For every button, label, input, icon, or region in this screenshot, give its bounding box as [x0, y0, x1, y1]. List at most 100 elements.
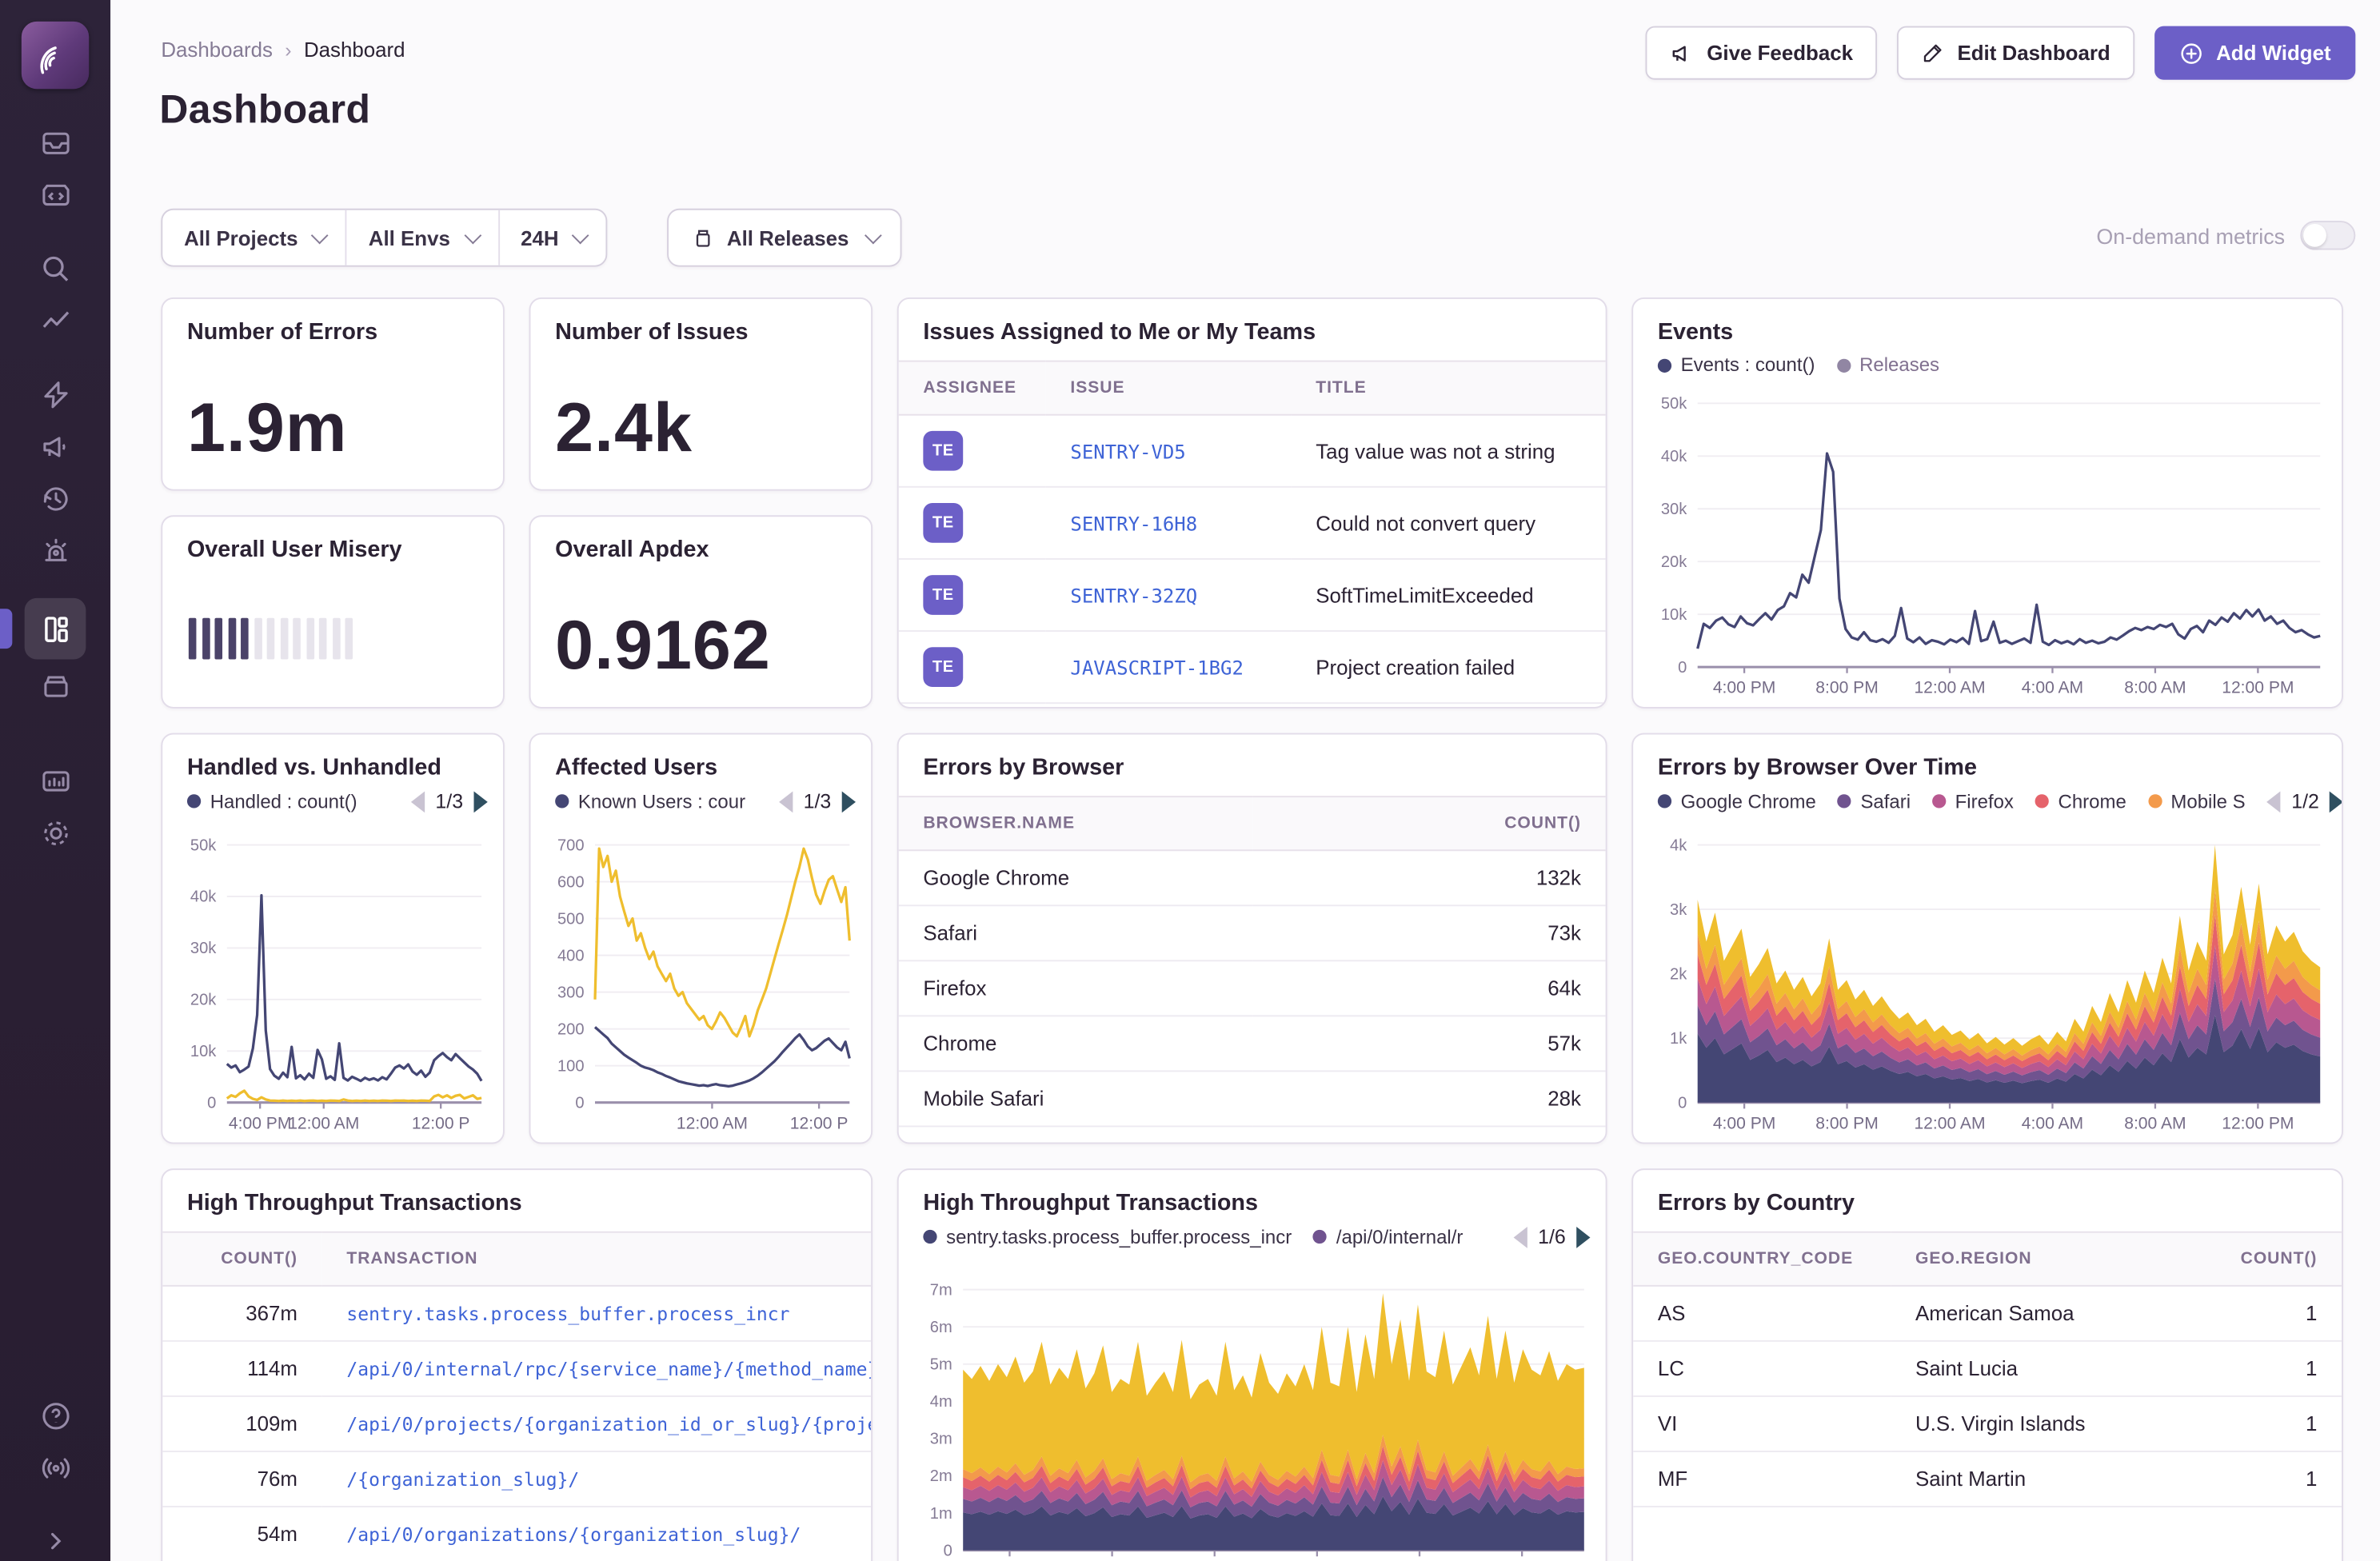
sidebar-item-broadcast[interactable] — [25, 1441, 86, 1493]
column-header[interactable]: ISSUE — [1045, 360, 1292, 416]
sidebar-item-explore[interactable] — [25, 169, 86, 221]
widget-errors-by-country[interactable]: Errors by Country GEO.COUNTRY_CODE GEO.RE… — [1631, 1168, 2343, 1561]
sidebar-item-replays[interactable] — [25, 473, 86, 525]
column-header[interactable]: GEO.REGION — [1891, 1231, 2204, 1287]
widget-user-misery[interactable]: Overall User Misery — [161, 515, 505, 709]
help-icon — [42, 1402, 69, 1429]
column-header[interactable]: COUNT() — [162, 1231, 322, 1287]
date-range-filter[interactable]: 24H — [499, 210, 606, 265]
breadcrumb-dashboards-link[interactable]: Dashboards — [161, 38, 273, 62]
widget-errors-by-browser-over-time[interactable]: Errors by Browser Over Time Google Chrom… — [1631, 733, 2343, 1144]
sidebar-item-releases[interactable] — [25, 660, 86, 712]
legend-item[interactable]: Google Chrome — [1657, 790, 1816, 812]
page-indicator: 1/6 — [1538, 1225, 1566, 1248]
legend-dot — [2035, 794, 2050, 808]
widget-high-throughput-table[interactable]: High Throughput Transactions COUNT() TRAN… — [161, 1168, 873, 1561]
issue-link[interactable]: SENTRY-VD5 — [1070, 439, 1185, 462]
widget-issues-assigned[interactable]: Issues Assigned to Me or My Teams ASSIGN… — [896, 297, 1607, 709]
transaction-link[interactable]: /{organization_slug}/ — [346, 1469, 579, 1491]
column-header[interactable]: COUNT() — [1252, 796, 1606, 852]
add-widget-button[interactable]: Add Widget — [2154, 26, 2356, 80]
column-header[interactable]: TITLE — [1291, 360, 1606, 416]
legend-item[interactable]: Handled : count() — [186, 790, 357, 812]
sidebar-item-alerts[interactable] — [25, 525, 86, 577]
legend-item[interactable]: Firefox — [1931, 790, 2014, 812]
column-header[interactable]: BROWSER.NAME — [898, 796, 1252, 852]
legend-item[interactable]: Known Users : cour — [555, 790, 745, 812]
legend-label: Firefox — [1955, 790, 2014, 812]
legend-item[interactable]: Events : count() — [1657, 354, 1815, 376]
sentry-logo[interactable] — [21, 21, 90, 90]
page-prev-button[interactable] — [778, 790, 793, 812]
plus-circle-icon — [2181, 42, 2202, 63]
page-prev-button[interactable] — [2266, 790, 2281, 812]
releases-filter[interactable]: All Releases — [667, 208, 901, 267]
svg-text:4:00 AM: 4:00 AM — [2022, 679, 2083, 697]
transaction-link[interactable]: /api/0/organizations/{organization_slug}… — [346, 1524, 801, 1546]
widget-number-of-issues[interactable]: Number of Issues 2.4k — [529, 297, 873, 491]
column-header[interactable]: ASSIGNEE — [898, 360, 1046, 416]
sidebar-item-settings[interactable] — [25, 807, 86, 859]
widget-high-throughput-chart[interactable]: High Throughput Transactions sentry.task… — [896, 1168, 1607, 1561]
legend-item[interactable]: Chrome — [2035, 790, 2126, 812]
widget-errors-by-browser[interactable]: Errors by Browser BROWSER.NAME COUNT() Go… — [896, 733, 1607, 1144]
legend-item[interactable]: Mobile S — [2147, 790, 2246, 812]
table-row: TE SENTRY-VD5 Tag value was not a string — [898, 414, 1606, 488]
gear-icon — [43, 820, 67, 845]
widget-apdex[interactable]: Overall Apdex 0.9162 — [529, 515, 873, 709]
sidebar-item-feedback[interactable] — [25, 420, 86, 472]
page-next-button[interactable] — [473, 790, 488, 812]
issue-link[interactable]: SENTRY-16H8 — [1070, 511, 1197, 534]
environment-filter[interactable]: All Envs — [347, 210, 500, 265]
column-header[interactable]: TRANSACTION — [321, 1231, 872, 1287]
project-filter[interactable]: All Projects — [162, 210, 347, 265]
transaction-link[interactable]: /api/0/projects/{organization_id_or_slug… — [346, 1414, 871, 1435]
legend-item[interactable]: /api/0/internal/r — [1313, 1226, 1463, 1248]
transaction-link[interactable]: /api/0/internal/rpc/{service_name}/{meth… — [346, 1359, 871, 1380]
widget-number-of-errors[interactable]: Number of Errors 1.9m — [161, 297, 505, 491]
history-clock-icon — [42, 486, 67, 510]
legend-item[interactable]: Safari — [1837, 790, 1911, 812]
page-next-button[interactable] — [841, 790, 856, 812]
bar-chart-icon — [42, 770, 69, 791]
widget-handled-vs-unhandled[interactable]: Handled vs. Unhandled Handled : count() 1… — [161, 733, 505, 1144]
misery-bar — [305, 617, 314, 660]
page-prev-button[interactable] — [1513, 1226, 1527, 1248]
sidebar-item-issues[interactable] — [25, 117, 86, 169]
sidebar-item-stats[interactable] — [25, 754, 86, 806]
avatar: TE — [923, 575, 964, 615]
sidebar-item-dashboards[interactable] — [0, 597, 86, 660]
column-header[interactable]: COUNT() — [2203, 1231, 2342, 1287]
on-demand-metrics-toggle[interactable] — [2300, 221, 2356, 250]
sidebar-item-insights[interactable] — [25, 294, 86, 346]
legend-dot — [1657, 794, 1672, 808]
column-header[interactable]: GEO.COUNTRY_CODE — [1633, 1231, 1891, 1287]
country-code: MF — [1633, 1451, 1891, 1507]
page-next-button[interactable] — [2330, 790, 2342, 812]
edit-dashboard-button[interactable]: Edit Dashboard — [1897, 26, 2135, 80]
legend-label: /api/0/internal/r — [1336, 1226, 1464, 1248]
sidebar-item-help[interactable] — [25, 1389, 86, 1441]
sidebar-item-performance[interactable] — [25, 368, 86, 420]
dashboard-icon — [44, 616, 67, 641]
table-row: Safari 73k — [898, 905, 1606, 962]
count-value: 1 — [2203, 1451, 2342, 1507]
issue-link[interactable]: SENTRY-32ZQ — [1070, 584, 1197, 607]
widget-affected-users[interactable]: Affected Users Known Users : cour 1/3 0 10… — [529, 733, 873, 1144]
svg-text:12:00 PM: 12:00 PM — [2222, 1114, 2294, 1132]
svg-text:12:00 P: 12:00 P — [412, 1114, 470, 1132]
page-next-button[interactable] — [1576, 1226, 1591, 1248]
page-prev-button[interactable] — [410, 790, 425, 812]
legend-item[interactable]: Releases — [1836, 354, 1939, 376]
svg-text:4k: 4k — [1670, 836, 1687, 854]
browser-over-time-chart: 0 1k 2k 3k 4k 4:00 PM 8:00 PM 12:00 AM 4:00 AM 8:… — [1639, 832, 2333, 1136]
issue-link[interactable]: JAVASCRIPT-1BG2 — [1070, 656, 1243, 679]
give-feedback-button[interactable]: Give Feedback — [1645, 26, 1878, 80]
table-row: 109m/api/0/projects/{organization_id_or_… — [162, 1395, 872, 1452]
legend-pagination: 1/6 — [1513, 1225, 1593, 1248]
legend-item[interactable]: sentry.tasks.process_buffer.process_incr — [923, 1226, 1292, 1248]
transaction-link[interactable]: sentry.tasks.process_buffer.process_incr — [346, 1303, 789, 1325]
widget-events[interactable]: Events Events : count() Releases 0 10k 20k 3… — [1631, 297, 2343, 709]
sidebar-collapse-button[interactable] — [25, 1515, 86, 1561]
sidebar-item-search[interactable] — [25, 242, 86, 294]
